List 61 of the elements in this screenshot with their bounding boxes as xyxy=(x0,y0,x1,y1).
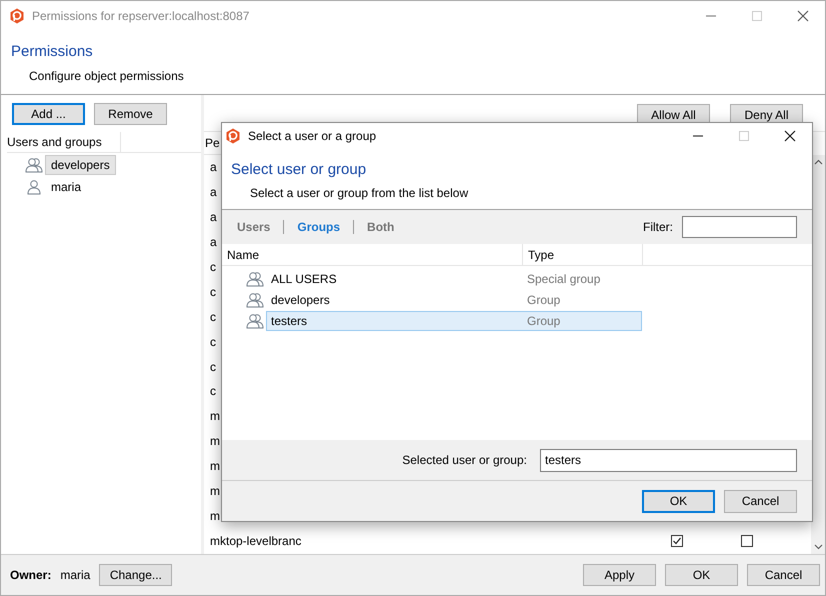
permission-name: c xyxy=(210,334,216,349)
filter-tab[interactable]: Groups xyxy=(297,220,340,234)
footer-button[interactable]: Apply xyxy=(583,564,656,586)
permission-name: mktop-levelbranc xyxy=(210,534,302,548)
permission-name: m xyxy=(210,459,220,474)
permission-name: m xyxy=(210,484,220,498)
permission-name: c xyxy=(210,310,216,324)
app-logo-icon xyxy=(225,128,241,144)
user-list-item[interactable]: developers xyxy=(45,154,116,174)
page-title: Permissions xyxy=(11,43,94,60)
owner-label: Owner: xyxy=(10,568,52,582)
allow-checkbox[interactable] xyxy=(671,534,683,547)
permission-name: c xyxy=(210,384,216,398)
page-subtitle: Configure object permissions xyxy=(29,69,185,83)
permission-name: c xyxy=(210,284,216,299)
selected-label: Selected user or group: xyxy=(402,453,527,467)
app-logo-icon xyxy=(9,8,25,24)
deny-checkbox[interactable] xyxy=(741,534,753,547)
group-icon xyxy=(246,312,264,329)
dialog-subtitle: Select a user or group from the list below xyxy=(250,186,470,200)
dialog-heading: Select user or group xyxy=(231,161,368,178)
filter-label: Filter: xyxy=(643,220,673,234)
group-icon xyxy=(246,291,264,308)
remove-button[interactable]: Remove xyxy=(94,103,167,125)
owner-name: maria xyxy=(60,568,90,582)
group-row[interactable]: testers Group xyxy=(266,310,642,330)
add-button[interactable]: Add ... xyxy=(12,103,85,125)
column-header[interactable]: Users and groups xyxy=(7,132,121,152)
user-icon xyxy=(25,178,43,195)
scroll-up-icon[interactable] xyxy=(814,159,822,165)
permission-name: m xyxy=(210,409,220,424)
close-icon[interactable] xyxy=(797,10,809,22)
permission-name: a xyxy=(210,235,217,250)
group-icon xyxy=(25,156,43,173)
filter-tab[interactable]: Both xyxy=(367,220,394,234)
permission-name: a xyxy=(210,185,217,200)
ok-button[interactable]: OK xyxy=(642,490,715,512)
permission-name: c xyxy=(210,260,216,274)
column-header[interactable]: Name xyxy=(222,244,523,265)
column-header[interactable]: Type xyxy=(523,244,643,265)
group-row[interactable]: ALL USERS Special group xyxy=(266,268,642,288)
permission-name: c xyxy=(210,360,216,374)
permission-name: m xyxy=(210,434,220,448)
permission-name: a xyxy=(210,160,217,174)
close-icon[interactable] xyxy=(784,130,796,142)
column-header[interactable]: Pe xyxy=(205,136,220,150)
user-list-item[interactable]: maria xyxy=(45,176,88,196)
dialog-title: Select a user or a group xyxy=(248,129,378,143)
group-icon xyxy=(246,270,264,287)
cancel-button[interactable]: Cancel xyxy=(724,490,797,512)
window-title: Permissions for repserver:localhost:8087 xyxy=(32,9,250,23)
footer-button[interactable]: OK xyxy=(665,564,738,586)
selected-field[interactable]: testers xyxy=(540,448,797,472)
group-row[interactable]: developers Group xyxy=(266,290,642,310)
footer-button[interactable]: Cancel xyxy=(747,564,820,586)
filter-tab[interactable]: Users xyxy=(237,220,270,234)
scroll-down-icon[interactable] xyxy=(814,544,822,550)
change-button[interactable]: Change... xyxy=(99,564,172,586)
permission-name: m xyxy=(210,508,220,523)
filter-field[interactable] xyxy=(682,216,797,238)
permission-name: a xyxy=(210,210,217,224)
